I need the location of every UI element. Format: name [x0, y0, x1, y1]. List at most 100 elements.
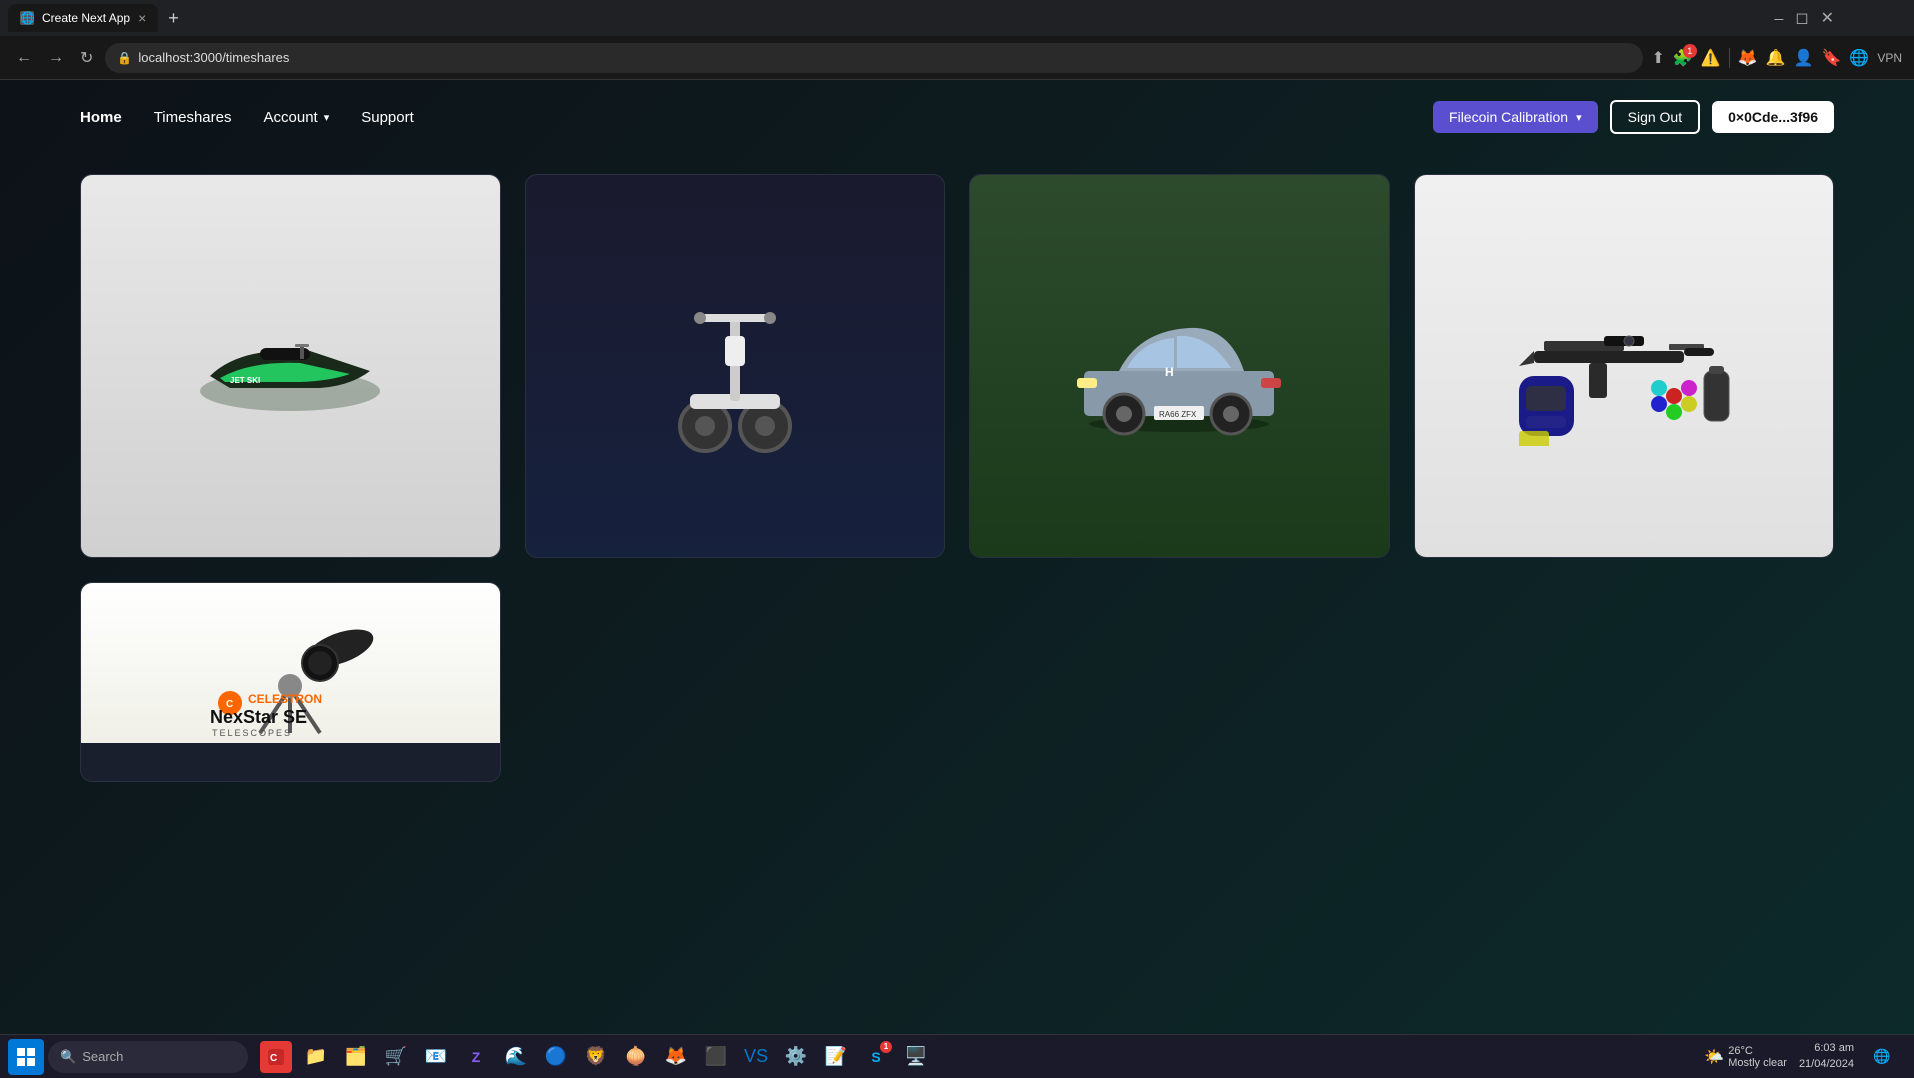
taskbar-chrome[interactable]: 🔵 — [540, 1041, 572, 1073]
app: Home Timeshares Account ▾ Support Fileco… — [0, 80, 1914, 1078]
taskbar-skype[interactable]: S 1 — [860, 1041, 892, 1073]
network-selector-button[interactable]: Filecoin Calibration ▾ — [1433, 101, 1598, 133]
card-image-paintball — [1415, 175, 1834, 557]
nav-links: Home Timeshares Account ▾ Support — [80, 109, 414, 126]
taskbar-mail[interactable]: 📧 — [420, 1041, 452, 1073]
nav-right: Filecoin Calibration ▾ Sign Out 0×0Cde..… — [1433, 100, 1834, 134]
profile-icon[interactable]: 👤 — [1794, 48, 1814, 68]
weather-widget: 🌤️ 26°C Mostly clear — [1704, 1045, 1787, 1069]
card-image-jetski: JET SKI — [81, 175, 500, 557]
taskbar-app1[interactable]: C — [260, 1041, 292, 1073]
minimize-button[interactable]: ⎯ — [1774, 8, 1783, 29]
taskbar-icons: C 📁 🗂️ 🛒 📧 Z 🌊 🔵 🦁 🧅 🦊 ⬛ VS ⚙️ 📝 S 1 🖥️ — [252, 1041, 1700, 1073]
taskbar-search-placeholder: Search — [82, 1049, 123, 1064]
browser-toolbar: ← → ↻ 🔒 localhost:3000/timeshares ⬆ 🧩 1 … — [0, 36, 1914, 80]
notification-icon[interactable]: 🌐 — [1866, 1041, 1898, 1073]
telescope-illustration: C CELESTRON NexStar SE TELESCOPES — [190, 588, 390, 738]
svg-text:C: C — [270, 1053, 277, 1064]
lock-icon: 🔒 — [117, 51, 132, 65]
reload-button[interactable]: ↻ — [76, 44, 97, 72]
share-icon[interactable]: ⬆ — [1651, 48, 1664, 68]
toolbar-right: ⬆ 🧩 1 ⚠️ 🦊 🔔 👤 🔖 🌐 VPN — [1651, 48, 1902, 68]
main-content: JET SKI f Filecoin Calibration Do — [0, 154, 1914, 822]
vpn-icon[interactable]: 🌐 — [1849, 48, 1869, 68]
tab-title: Create Next App — [42, 11, 130, 25]
weather-icon: 🌤️ — [1704, 1047, 1724, 1067]
svg-text:RA66 ZFX: RA66 ZFX — [1159, 410, 1197, 419]
weather-temp: 26°C — [1728, 1045, 1787, 1057]
active-tab[interactable]: 🌐 Create Next App × — [8, 4, 158, 32]
taskbar-right: 🌤️ 26°C Mostly clear 6:03 am 21/04/2024 … — [1704, 1041, 1906, 1073]
nav-account-dropdown[interactable]: Account ▾ — [264, 109, 330, 126]
card-image-civic: H RA66 ZFX — [970, 175, 1389, 557]
card-jetski[interactable]: JET SKI f Filecoin Calibration Do — [80, 174, 501, 558]
clock-date: 21/04/2024 — [1799, 1057, 1854, 1072]
taskbar-terminal[interactable]: ⬛ — [700, 1041, 732, 1073]
weather-info: 26°C Mostly clear — [1728, 1045, 1787, 1069]
taskbar-screen[interactable]: 🖥️ — [900, 1041, 932, 1073]
svg-text:TELESCOPES: TELESCOPES — [212, 728, 292, 738]
svg-text:H: H — [1165, 365, 1174, 379]
taskbar-brave[interactable]: 🦁 — [580, 1041, 612, 1073]
svg-text:JET SKI: JET SKI — [230, 376, 260, 385]
taskbar-code[interactable]: VS — [740, 1041, 772, 1073]
nav-timeshares[interactable]: Timeshares — [154, 109, 232, 126]
wallet-address-button[interactable]: 0×0Cde...3f96 — [1712, 101, 1834, 133]
url-display: localhost:3000/timeshares — [138, 50, 289, 65]
network-chevron-icon: ▾ — [1576, 111, 1582, 124]
taskbar-firefox[interactable]: 🦊 — [660, 1041, 692, 1073]
taskbar-notes[interactable]: 📝 — [820, 1041, 852, 1073]
svg-text:NexStar SE: NexStar SE — [210, 707, 307, 727]
back-button[interactable]: ← — [12, 45, 36, 71]
taskbar-search-icon: 🔍 — [60, 1049, 76, 1065]
ninebot-illustration — [675, 276, 795, 456]
card-civic[interactable]: H RA66 ZFX N Neon EVM Devnet — [969, 174, 1390, 558]
card-body-paintball: M Morph Testnet Dominic Hackett Paintbal… — [1415, 557, 1834, 558]
paintball-illustration — [1514, 286, 1734, 446]
account-chevron-icon: ▾ — [324, 111, 330, 124]
navbar: Home Timeshares Account ▾ Support Fileco… — [0, 80, 1914, 154]
nav-home[interactable]: Home — [80, 109, 122, 126]
weather-desc: Mostly clear — [1728, 1057, 1787, 1069]
bookmark-icon[interactable]: 🔖 — [1821, 48, 1841, 68]
card-paintball[interactable]: M Morph Testnet Dominic Hackett Paintbal… — [1414, 174, 1835, 558]
taskbar-tor[interactable]: 🧅 — [620, 1041, 652, 1073]
civic-illustration: H RA66 ZFX — [1069, 296, 1289, 436]
tab-bar: 🌐 Create Next App × + — [8, 4, 183, 32]
extensions-icon[interactable]: 🧩 1 — [1673, 48, 1693, 68]
taskbar-edge[interactable]: 🌊 — [500, 1041, 532, 1073]
tab-favicon: 🌐 — [20, 11, 34, 25]
close-window-button[interactable]: ✕ — [1821, 8, 1834, 28]
maximize-button[interactable]: ◻ — [1795, 8, 1808, 28]
jetski-illustration: JET SKI — [190, 316, 390, 416]
forward-button[interactable]: → — [44, 45, 68, 71]
network-selector-label: Filecoin Calibration — [1449, 109, 1568, 125]
card-image-ninebot — [526, 175, 945, 557]
taskbar-search[interactable]: 🔍 Search — [48, 1041, 248, 1073]
start-button[interactable] — [8, 1039, 44, 1075]
card-telescope[interactable]: C CELESTRON NexStar SE TELESCOPES — [80, 582, 501, 782]
new-tab-button[interactable]: + — [164, 8, 183, 29]
taskbar: 🔍 Search C 📁 🗂️ 🛒 📧 Z 🌊 🔵 🦁 🧅 🦊 ⬛ VS ⚙️ … — [0, 1034, 1914, 1078]
signout-button[interactable]: Sign Out — [1610, 100, 1700, 134]
card-body-jetski: f Filecoin Calibration Dominic Hackett K… — [81, 557, 500, 558]
bell-icon[interactable]: 🔔 — [1766, 48, 1786, 68]
tab-close-button[interactable]: × — [138, 10, 146, 26]
cards-grid-row1: JET SKI f Filecoin Calibration Do — [80, 174, 1834, 558]
clock-display: 6:03 am 21/04/2024 — [1799, 1041, 1854, 1072]
taskbar-files[interactable]: 📁 — [300, 1041, 332, 1073]
address-bar[interactable]: 🔒 localhost:3000/timeshares — [105, 43, 1643, 73]
taskbar-app2[interactable]: Z — [460, 1041, 492, 1073]
taskbar-store[interactable]: 🛒 — [380, 1041, 412, 1073]
firefox-icon[interactable]: 🦊 — [1738, 48, 1758, 68]
card-ninebot[interactable]: A Arbitrum Sepolia Dominic Hackett Nineb… — [525, 174, 946, 558]
taskbar-explorer[interactable]: 🗂️ — [340, 1041, 372, 1073]
card-body-ninebot: A Arbitrum Sepolia Dominic Hackett Nineb… — [526, 557, 945, 558]
cards-grid-row2: C CELESTRON NexStar SE TELESCOPES — [80, 582, 1834, 782]
taskbar-settings[interactable]: ⚙️ — [780, 1041, 812, 1073]
card-body-civic: N Neon EVM Devnet Dominic Hackett Honda … — [970, 557, 1389, 558]
warning-icon[interactable]: ⚠️ — [1701, 48, 1721, 68]
card-image-telescope: C CELESTRON NexStar SE TELESCOPES — [81, 583, 500, 743]
nav-support[interactable]: Support — [361, 109, 414, 126]
nav-account-label: Account — [264, 109, 318, 126]
